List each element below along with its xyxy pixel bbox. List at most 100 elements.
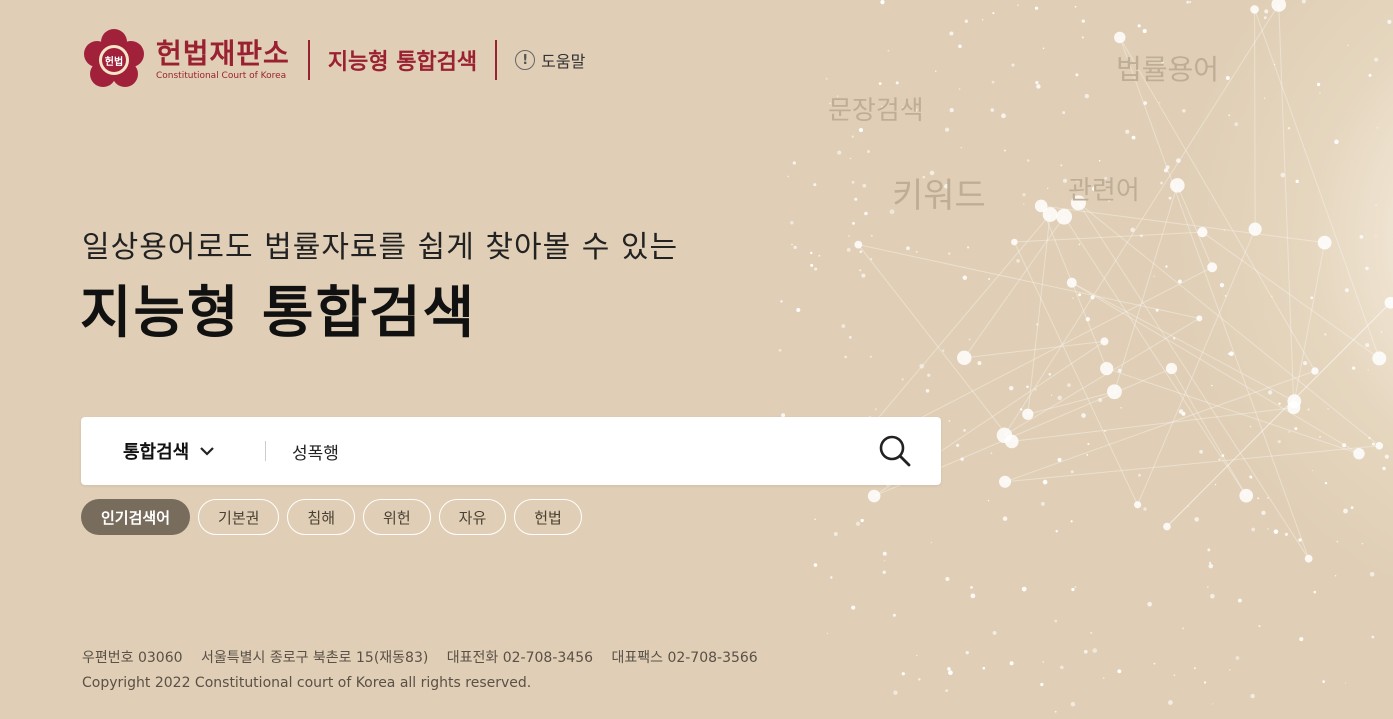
sparkle-dot — [778, 348, 782, 352]
sparkle-dot — [1182, 627, 1185, 630]
footer-phone: 대표전화 02-708-3456 — [446, 650, 594, 666]
sparkle-dot — [1008, 385, 1014, 391]
network-line — [1293, 242, 1326, 402]
sparkle-dot — [919, 363, 925, 369]
keyword-tag[interactable]: 위헌 — [363, 499, 431, 535]
sparkle-dot — [991, 80, 995, 84]
sparkle-dot — [1374, 57, 1379, 62]
sparkle-dot — [1186, 0, 1190, 4]
sparkle-dot — [796, 308, 801, 313]
sparkle-network-background: 법률용어 문장검색 키워드 관련어 — [760, 0, 1393, 719]
search-bar: 통합검색 — [81, 417, 941, 485]
sparkle-dot — [1177, 279, 1182, 284]
sparkle-dot — [1072, 297, 1074, 299]
sparkle-dot — [825, 77, 828, 80]
sparkle-node — [1066, 277, 1077, 288]
sparkle-dot — [1368, 73, 1372, 77]
search-button[interactable] — [871, 427, 919, 475]
sparkle-dot — [1334, 575, 1337, 577]
keyword-tag[interactable]: 헌법 — [514, 499, 582, 535]
sparkle-dot — [1048, 372, 1052, 376]
network-line — [1011, 407, 1294, 442]
sparkle-dot — [945, 689, 949, 693]
sparkle-dot — [813, 183, 817, 187]
sparkle-dot — [916, 654, 918, 657]
sparkle-dot — [970, 585, 973, 589]
sparkle-dot — [1047, 187, 1049, 190]
sparkle-dot — [1022, 193, 1026, 197]
footer-copyright: Copyright 2022 Constitutional court of K… — [82, 675, 532, 691]
sparkle-node — [1317, 235, 1332, 250]
sparkle-node — [1100, 337, 1109, 346]
sparkle-dot — [787, 175, 790, 178]
sparkle-node — [1271, 0, 1287, 12]
sparkle-node — [1114, 31, 1126, 44]
sparkle-dot — [1367, 369, 1369, 371]
sparkle-dot — [958, 44, 962, 49]
sparkle-dot — [791, 243, 793, 246]
sparkle-dot — [867, 149, 870, 153]
network-line — [1027, 214, 1051, 415]
court-name-korean: 헌법재판소 — [156, 37, 290, 70]
sparkle-dot — [1098, 398, 1103, 403]
footer-contact: 우편번호 03060 서울특별시 종로구 북촌로 15(재동83) 대표전화 0… — [82, 646, 772, 671]
help-link[interactable]: ! 도움말 — [515, 48, 585, 72]
sparkle-dot — [818, 254, 821, 257]
sparkle-dot — [848, 235, 850, 237]
sparkle-dot — [1011, 63, 1015, 67]
sparkle-dot — [1267, 390, 1273, 395]
sparkle-dot — [1301, 0, 1306, 4]
sparkle-dot — [1054, 710, 1057, 713]
sparkle-dot — [1380, 331, 1383, 333]
sparkle-dot — [1219, 282, 1225, 288]
sparkle-dot — [878, 82, 882, 85]
sparkle-dot — [1173, 674, 1176, 676]
sparkle-dot — [1257, 497, 1260, 500]
court-emblem-logo[interactable]: 헌법 — [82, 28, 146, 92]
sparkle-dot — [968, 338, 971, 341]
keyword-tag[interactable]: 자유 — [438, 499, 507, 535]
sparkle-dot — [1120, 406, 1122, 409]
sparkle-dot — [1237, 598, 1242, 603]
sparkle-dot — [1295, 179, 1299, 184]
sparkle-dot — [1277, 440, 1281, 444]
sparkle-dot — [1078, 293, 1082, 297]
sparkle-dot — [1263, 97, 1266, 100]
sparkle-dot — [1060, 665, 1064, 670]
sparkle-dot — [1264, 9, 1269, 14]
sparkle-dot — [1021, 586, 1027, 592]
sparkle-dot — [930, 541, 933, 544]
sparkle-dot — [1302, 361, 1308, 366]
sparkle-dot — [793, 245, 797, 250]
sparkle-dot — [1042, 661, 1045, 663]
keyword-tag[interactable]: 기본권 — [198, 499, 280, 535]
sparkle-dot — [1203, 681, 1207, 684]
sparkle-node — [1011, 238, 1018, 246]
sparkle-dot — [1371, 635, 1375, 639]
site-footer: 우편번호 03060 서울특별시 종로구 북촌로 15(재동83) 대표전화 0… — [82, 646, 772, 696]
sparkle-dot — [1137, 24, 1141, 28]
hero-title: 지능형 통합검색 — [80, 281, 477, 346]
sparkle-dot — [962, 275, 968, 280]
sparkle-dot — [1143, 507, 1147, 511]
service-title[interactable]: 지능형 통합검색 — [328, 44, 477, 76]
sparkle-dot — [861, 273, 866, 278]
sparkle-node — [1107, 384, 1122, 400]
sparkle-dot — [1322, 680, 1325, 683]
sparkle-dot — [833, 532, 838, 536]
search-scope-dropdown[interactable]: 통합검색 — [81, 438, 265, 464]
sparkle-dot — [1084, 93, 1090, 99]
cloud-word-sentence-search: 문장검색 — [828, 96, 924, 126]
sparkle-dot — [792, 161, 796, 165]
sparkle-node — [1022, 408, 1034, 420]
sparkle-dot — [1081, 36, 1084, 39]
search-input[interactable] — [266, 431, 871, 471]
sparkle-dot — [1365, 266, 1369, 271]
sparkle-dot — [963, 428, 967, 432]
keyword-tag[interactable]: 침해 — [287, 499, 356, 535]
sparkle-dot — [1361, 542, 1364, 545]
sparkle-dot — [1210, 593, 1215, 599]
sparkle-dot — [1035, 81, 1039, 85]
cloud-word-related: 관련어 — [1068, 176, 1140, 206]
sparkle-dot — [1375, 204, 1377, 207]
